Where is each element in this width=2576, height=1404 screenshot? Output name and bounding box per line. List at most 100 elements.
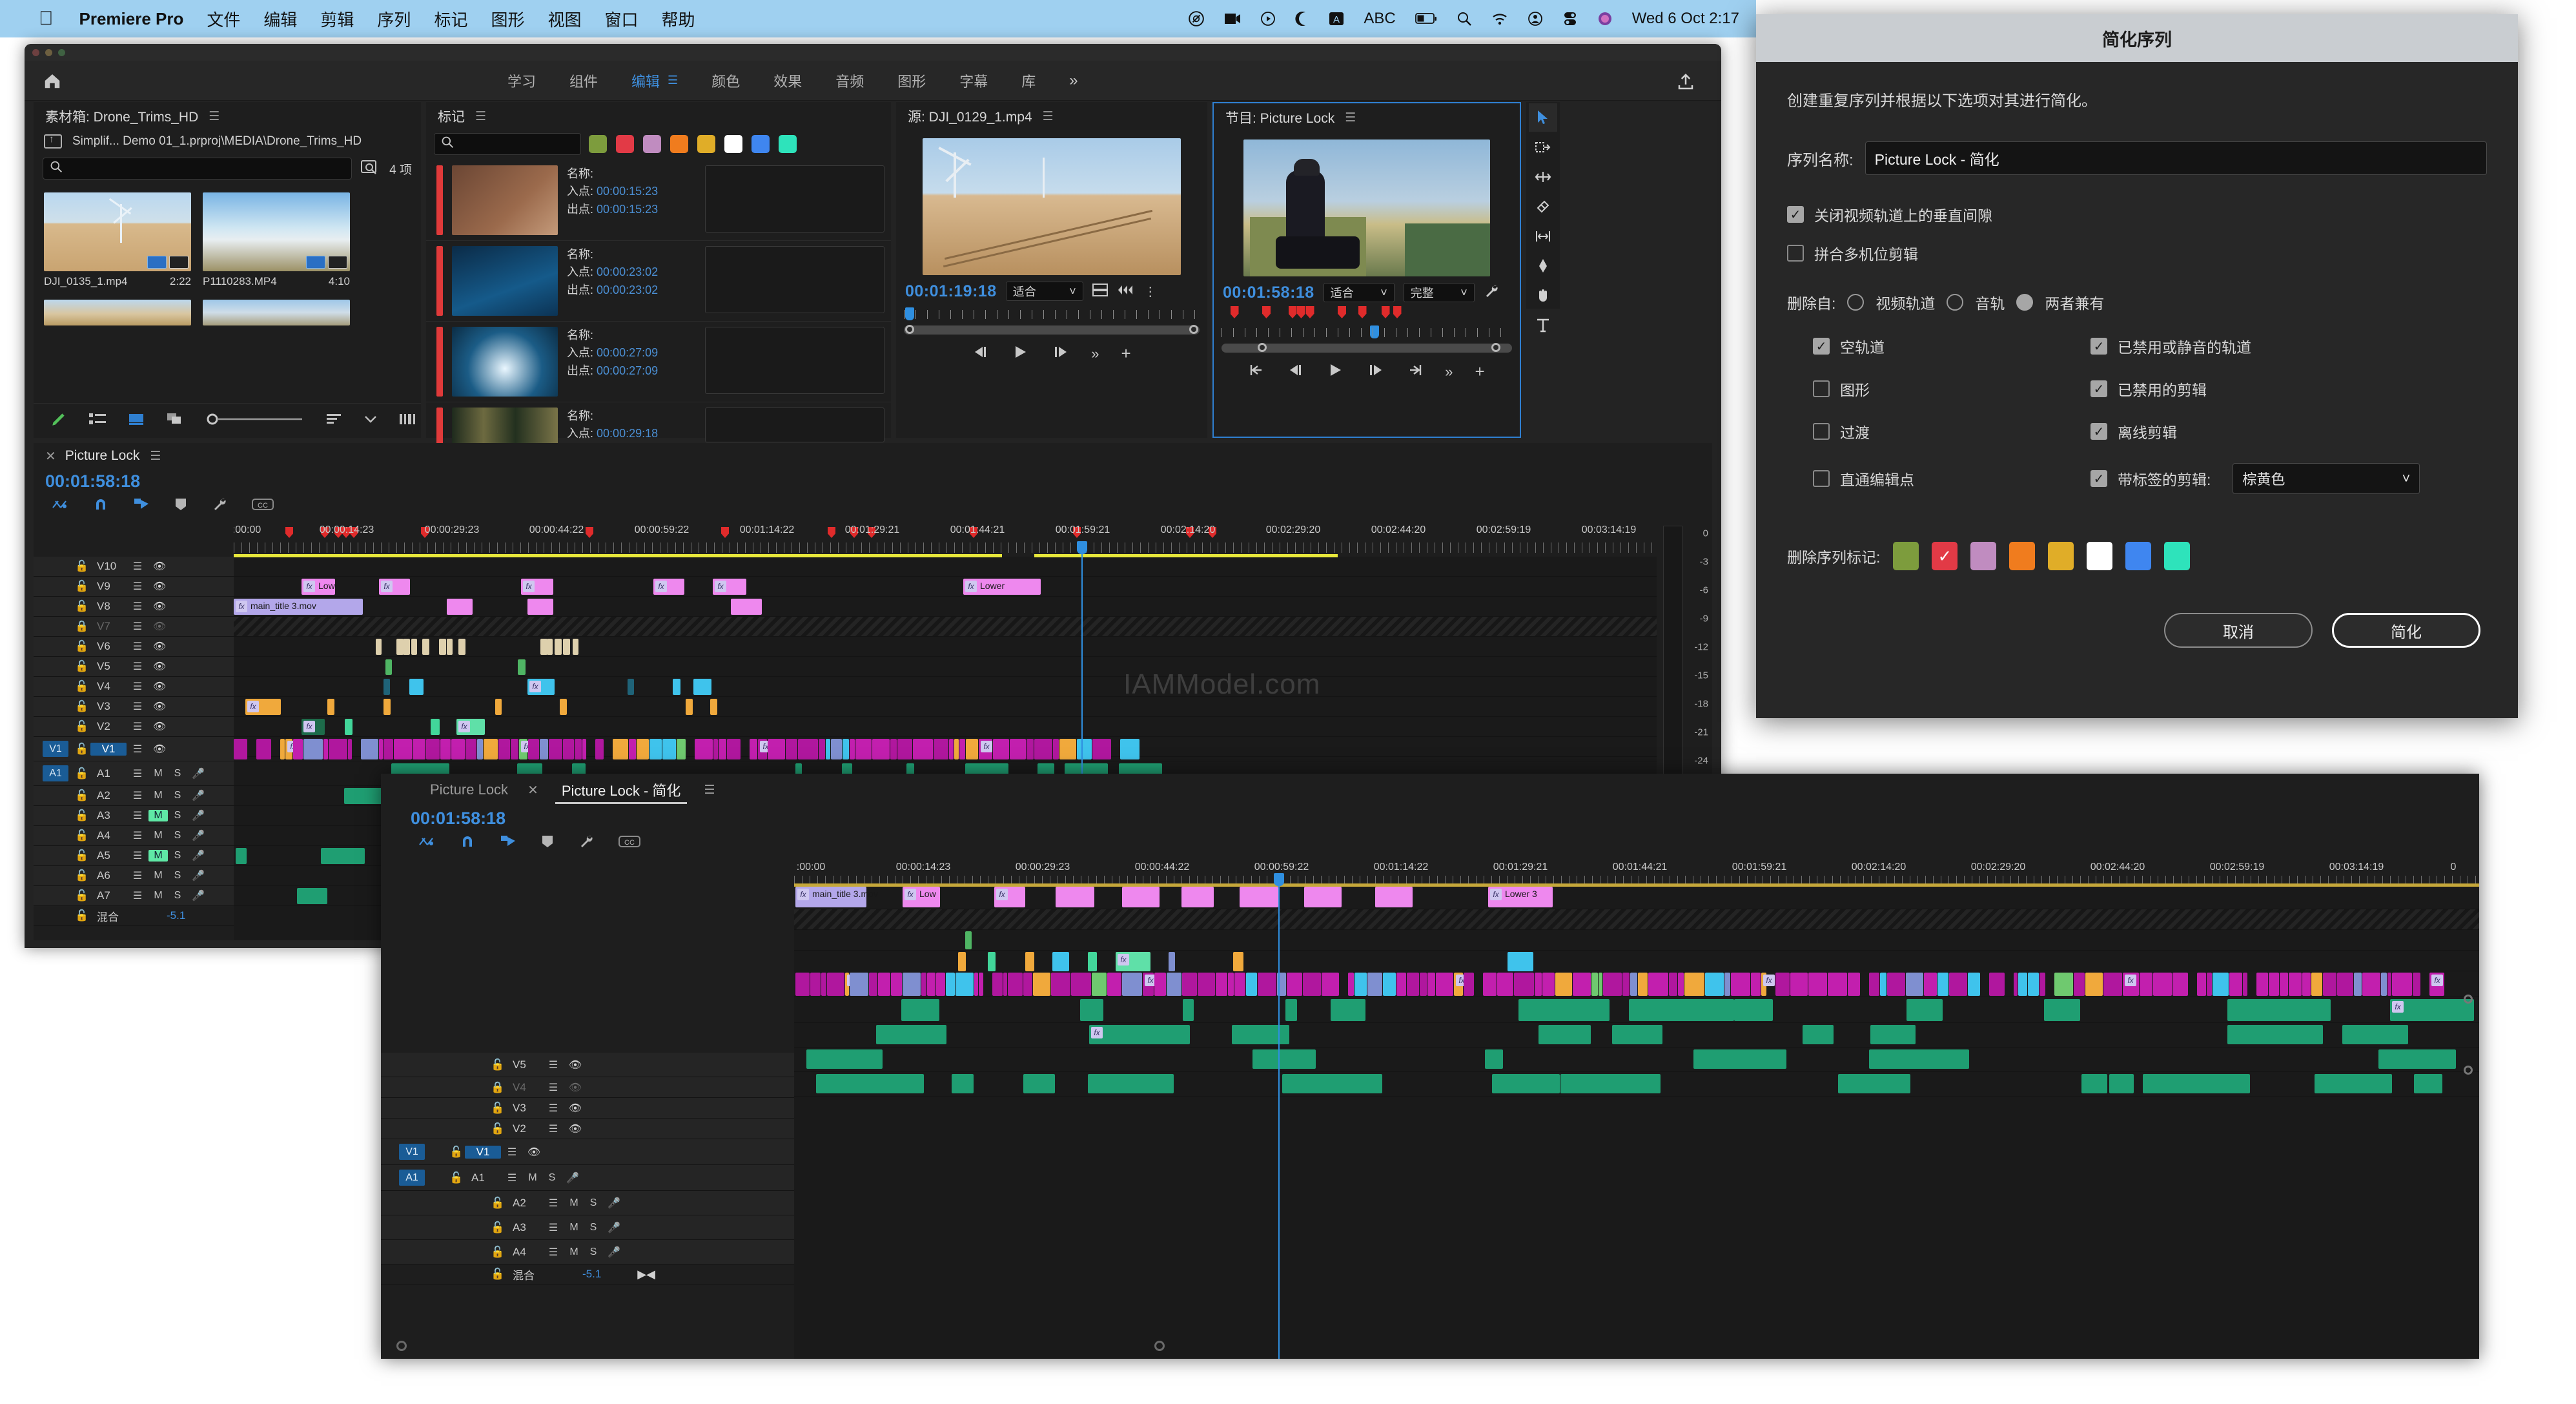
lock-icon[interactable]: 🔓 [74,580,90,593]
timeline-clip[interactable] [2337,973,2353,996]
markers-search-input[interactable] [459,138,571,151]
timeline-clip[interactable] [826,739,830,759]
timeline-clip[interactable] [827,973,844,996]
timeline-clip[interactable] [637,739,649,759]
track-header-v8[interactable]: 🔓V8☰👁 [34,597,234,617]
timeline-clip[interactable] [1880,973,1886,996]
timeline-clip[interactable] [1407,973,1419,996]
timeline-clip[interactable] [1684,973,1704,996]
mute-button[interactable]: M [564,1246,584,1258]
selection-tool-icon[interactable] [1529,103,1557,132]
mute-button[interactable]: M [148,870,168,882]
radio-video-tracks[interactable] [1847,294,1864,311]
eye-icon[interactable]: 👁 [564,1081,586,1094]
eye-icon[interactable]: 👁 [564,1102,586,1115]
radio-both[interactable] [2016,294,2033,311]
timeline-clip[interactable]: fx [713,579,746,595]
menubar-app-name[interactable]: Premiere Pro [79,9,184,29]
program-marker[interactable] [1358,306,1367,318]
checkbox-close-gaps[interactable]: ✓ [1787,206,1804,223]
lock-icon[interactable]: 🔓 [74,660,90,673]
eye-icon[interactable]: 👁 [564,1122,586,1135]
timeline-clip[interactable] [344,788,383,804]
lock-icon-locked[interactable]: 🔒 [74,620,90,633]
timeline-clip[interactable] [379,739,383,759]
type-tool-icon[interactable] [1529,311,1557,340]
timeline-clip[interactable] [876,1025,946,1044]
lock-icon[interactable]: 🔓 [74,789,90,802]
nest-icon[interactable] [52,497,68,515]
tab-graphics[interactable]: 图形 [881,61,943,101]
tab-captions[interactable]: 字幕 [943,61,1005,101]
lock-icon[interactable]: 🔓 [489,1268,506,1281]
timeline-clip[interactable] [901,999,939,1021]
checkbox-through-edits[interactable] [1813,470,1830,487]
timeline-clip[interactable] [575,739,582,759]
timeline-clip[interactable] [2229,973,2242,996]
window-close-button[interactable] [32,49,39,56]
timeline-clip[interactable] [1008,973,1023,996]
track-target-icon[interactable]: ☰ [127,620,148,633]
checkbox-disabled-muted-tracks[interactable]: ✓ [2090,338,2107,355]
timeline-clip[interactable] [1234,973,1245,996]
timeline-clip[interactable] [795,973,810,996]
timeline-clip[interactable] [1232,1025,1289,1044]
timeline-clip[interactable] [383,739,393,759]
tab-learn[interactable]: 学习 [491,61,553,101]
mute-button[interactable]: M [148,850,168,862]
add-marker-icon[interactable]: + [1121,344,1131,364]
timeline-clip[interactable] [843,739,849,759]
timeline-clip[interactable] [411,639,417,655]
step-back-icon[interactable] [1287,364,1305,380]
timeline-clip[interactable]: fxmain_title 3.mov [234,599,363,615]
mix-value[interactable]: -5.1 [582,1268,601,1281]
timeline-clip[interactable]: fx [653,579,684,595]
timeline-clip[interactable] [383,679,390,695]
microphone-icon[interactable]: 🎤 [603,1197,625,1210]
multicam-icon[interactable] [1117,284,1135,300]
timeline-clip[interactable] [1092,973,1107,996]
timeline-clip[interactable] [361,739,378,759]
timeline-clip[interactable] [819,739,825,759]
track-header-v3[interactable]: 🔓V3☰👁 [381,1098,794,1119]
export-frame-icon[interactable] [1092,283,1108,300]
timeline-clip[interactable] [1092,739,1111,759]
program-ruler[interactable] [1222,325,1512,345]
option-empty-tracks-row[interactable]: ✓ 空轨道 [1813,335,2090,357]
option-disabled-muted-tracks-row[interactable]: ✓ 已禁用或静音的轨道 [2090,335,2487,357]
timeline-clip[interactable] [2392,973,2412,996]
sequence-marker[interactable] [586,527,593,538]
program-quality-select[interactable]: 完整 ˅ [1404,283,1475,302]
program-marker[interactable] [1231,306,1239,318]
timeline-clip[interactable] [582,739,586,759]
linked-selection-icon[interactable] [500,834,516,852]
timeline-clip[interactable] [686,699,693,715]
snap-icon[interactable] [93,497,108,516]
program-more-button[interactable]: » [1445,364,1453,380]
icon-view-icon[interactable] [128,412,145,429]
menu-edit[interactable]: 编辑 [263,7,297,31]
program-marker[interactable] [1338,306,1346,318]
timeline-clip[interactable] [1331,999,1365,1021]
timeline-clip[interactable] [1848,973,1860,996]
timeline-clip[interactable] [528,739,539,759]
timeline-clip[interactable] [810,973,821,996]
timeline-clip[interactable] [1367,973,1382,996]
timeline-clip[interactable] [2381,973,2387,996]
captions-icon[interactable]: CC [618,834,640,852]
timeline-clip[interactable] [527,599,553,615]
columns-icon[interactable] [399,413,416,429]
eye-icon[interactable]: 👁 [148,700,170,713]
timeline-clip[interactable] [2028,973,2039,996]
menu-graphics[interactable]: 图形 [491,7,524,31]
checkbox-close-gaps-row[interactable]: ✓ 关闭视频轨道上的垂直间隙 [1787,203,2487,225]
lock-icon[interactable]: 🔓 [74,720,90,733]
lock-icon[interactable]: 🔓 [74,700,90,713]
timeline-clip[interactable] [1436,973,1453,996]
timeline-clip[interactable] [1906,999,1943,1021]
track-target-icon[interactable]: ☰ [542,1246,564,1259]
timeline-clip[interactable] [1612,1025,1662,1044]
program-marker[interactable] [1306,306,1314,318]
program-marker[interactable] [1393,306,1402,318]
timeline-clip[interactable] [965,931,972,949]
